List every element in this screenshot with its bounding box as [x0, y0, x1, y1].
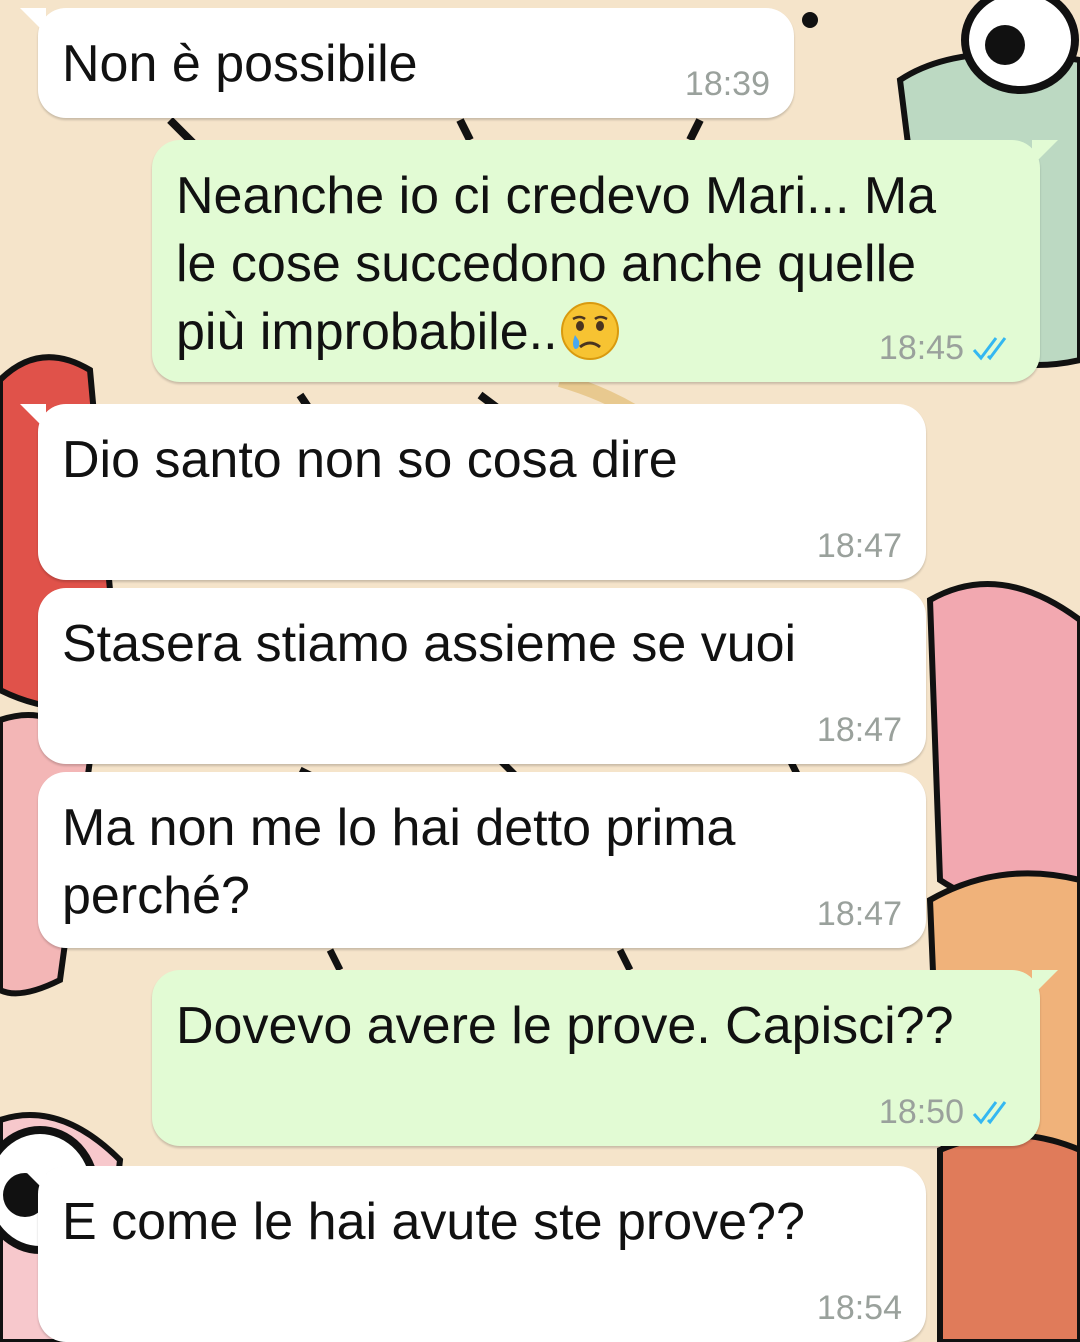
crying-face-icon	[560, 302, 619, 360]
message-text: Dio santo non so cosa dire	[62, 431, 678, 489]
message-meta: 18:47	[817, 526, 902, 566]
message-bubble[interactable]: E come le hai avute ste prove?? 18:54	[20, 1166, 926, 1342]
message-time: 18:54	[816, 1289, 902, 1327]
message-time: 18:47	[816, 895, 902, 933]
message-bubble[interactable]: Neanche io ci credevo Mari... Ma le cose…	[152, 140, 1058, 382]
message-time: 18:47	[816, 711, 902, 749]
message-time: 18:39	[684, 65, 770, 103]
message-bubble[interactable]: Dovevo avere le prove. Capisci?? 18:50	[152, 970, 1058, 1146]
message-bubble[interactable]: Ma non me lo hai detto prima perché? 18:…	[38, 772, 926, 948]
message-meta: 18:45	[879, 328, 1016, 368]
message-text: Stasera stiamo assieme se vuoi	[62, 615, 797, 673]
message-meta: 18:50	[879, 1092, 1016, 1132]
message-meta: 18:39	[685, 64, 770, 104]
read-receipt-icon	[972, 1101, 1007, 1125]
message-time: 18:45	[878, 329, 964, 367]
message-meta: 18:47	[817, 894, 902, 934]
message-meta: 18:47	[817, 710, 902, 750]
message-text: Neanche io ci credevo Mari... Ma le cose…	[176, 162, 936, 366]
message-text: Non è possibile	[62, 35, 418, 93]
message-meta: 18:54	[817, 1288, 902, 1328]
message-text: Ma non me lo hai detto prima perché?	[62, 799, 736, 925]
message-text: E come le hai avute ste prove??	[62, 1193, 805, 1251]
message-bubble[interactable]: Stasera stiamo assieme se vuoi 18:47	[38, 588, 926, 764]
message-time: 18:50	[878, 1093, 964, 1131]
message-bubble[interactable]: Dio santo non so cosa dire 18:47	[20, 404, 926, 580]
read-receipt-icon	[972, 337, 1007, 361]
message-bubble[interactable]: Non è possibile 18:39	[20, 8, 794, 118]
message-text: Dovevo avere le prove. Capisci??	[176, 997, 954, 1055]
message-time: 18:47	[816, 527, 902, 565]
message-text-content: Neanche io ci credevo Mari... Ma le cose…	[176, 167, 937, 361]
